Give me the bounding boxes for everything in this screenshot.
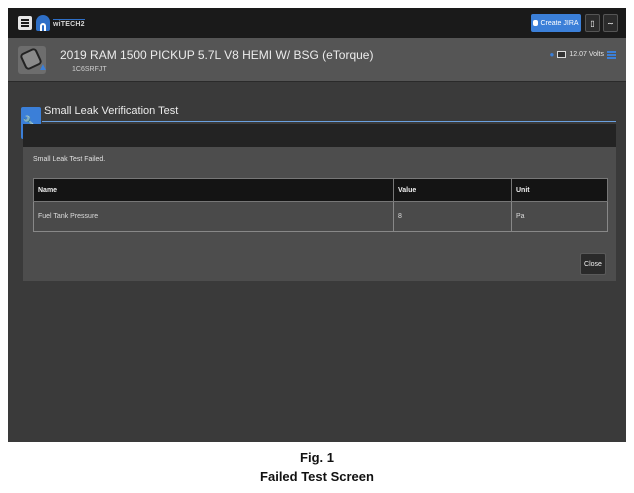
- vehicle-status: ● 12.07 Volts: [550, 50, 616, 59]
- engine-icon: ▲: [18, 46, 48, 74]
- cell-unit: Pa: [511, 201, 608, 232]
- result-panel: Small Leak Test Failed. Name Value Unit …: [23, 147, 616, 281]
- bug-icon: [533, 20, 539, 26]
- top-bar: wiTECH2 Create JIRA ▯ ∼: [8, 8, 626, 38]
- vehicle-vin: 1C6SRFJT: [72, 66, 107, 73]
- result-table: Name Value Unit Fuel Tank Pressure 8 Pa: [33, 178, 608, 232]
- mopar-logo-icon: [36, 15, 50, 31]
- test-result-message: Small Leak Test Failed.: [33, 156, 106, 163]
- rss-feed-icon[interactable]: ∼: [603, 14, 618, 32]
- cell-name: Fuel Tank Pressure: [33, 201, 394, 232]
- wifi-icon: ●: [549, 50, 555, 59]
- figure-number: Fig. 1: [300, 450, 334, 465]
- close-button[interactable]: Close: [580, 253, 606, 275]
- network-topology-icon: ▲: [38, 62, 48, 73]
- vehicle-title: 2019 RAM 1500 PICKUP 5.7L V8 HEMI W/ BSG…: [60, 48, 374, 62]
- cell-value: 8: [393, 201, 512, 232]
- table-row: Fuel Tank Pressure 8 Pa: [33, 201, 608, 232]
- section-title: Small Leak Verification Test: [44, 105, 179, 117]
- hamburger-menu-icon[interactable]: [18, 16, 32, 30]
- column-header-name: Name: [33, 178, 394, 202]
- figure-title: Failed Test Screen: [260, 469, 374, 484]
- section-divider: [42, 121, 616, 122]
- logo-text: wiTECH2: [53, 18, 85, 28]
- table-header-row: Name Value Unit: [33, 178, 608, 202]
- document-icon[interactable]: ▯: [585, 14, 600, 32]
- create-jira-label: Create JIRA: [540, 19, 579, 27]
- section-toolbar: [23, 124, 616, 147]
- device-status-icon: [607, 50, 616, 59]
- column-header-unit: Unit: [511, 178, 608, 202]
- create-jira-button[interactable]: Create JIRA: [531, 14, 581, 32]
- vehicle-header: ▲ 2019 RAM 1500 PICKUP 5.7L V8 HEMI W/ B…: [8, 38, 626, 82]
- app-screen: wiTECH2 Create JIRA ▯ ∼ ▲ 2019 RAM 1500 …: [8, 8, 626, 442]
- battery-voltage: 12.07 Volts: [569, 51, 604, 58]
- battery-icon: [557, 51, 567, 58]
- column-header-value: Value: [393, 178, 512, 202]
- app-logo: wiTECH2: [36, 14, 85, 32]
